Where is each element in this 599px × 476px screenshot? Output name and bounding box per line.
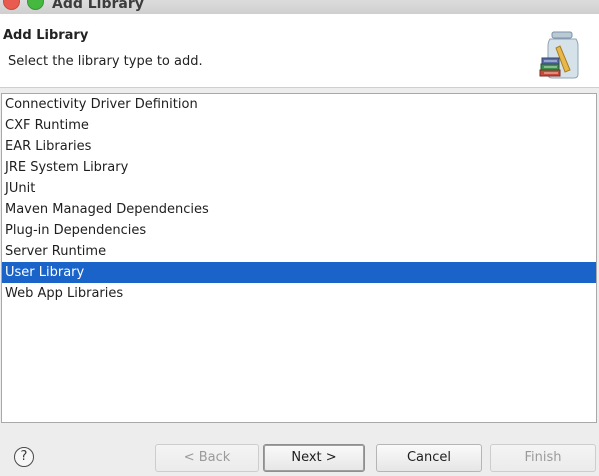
page-title: Add Library	[3, 28, 89, 43]
help-button[interactable]: ?	[14, 447, 34, 467]
page-description: Select the library type to add.	[8, 54, 203, 69]
list-item[interactable]: Plug-in Dependencies	[2, 220, 596, 241]
library-jar-books-icon	[539, 31, 579, 79]
close-window-button[interactable]	[3, 0, 20, 10]
list-item[interactable]: JRE System Library	[2, 157, 596, 178]
maximize-window-button[interactable]	[27, 0, 44, 10]
finish-button[interactable]: Finish	[490, 444, 596, 472]
list-item[interactable]: Maven Managed Dependencies	[2, 199, 596, 220]
wizard-banner: Add Library Select the library type to a…	[0, 14, 599, 88]
list-item[interactable]: Server Runtime	[2, 241, 596, 262]
list-item[interactable]: JUnit	[2, 178, 596, 199]
list-item[interactable]: EAR Libraries	[2, 136, 596, 157]
window-title: Add Library	[52, 0, 144, 12]
list-item[interactable]: User Library	[2, 262, 596, 283]
library-type-list[interactable]: Connectivity Driver Definition CXF Runti…	[1, 93, 597, 423]
window-titlebar: Add Library	[0, 0, 599, 14]
back-button[interactable]: < Back	[155, 444, 259, 472]
list-item[interactable]: Web App Libraries	[2, 283, 596, 304]
list-item[interactable]: Connectivity Driver Definition	[2, 94, 596, 115]
list-item[interactable]: CXF Runtime	[2, 115, 596, 136]
next-button[interactable]: Next >	[263, 444, 365, 472]
cancel-button[interactable]: Cancel	[376, 444, 482, 472]
